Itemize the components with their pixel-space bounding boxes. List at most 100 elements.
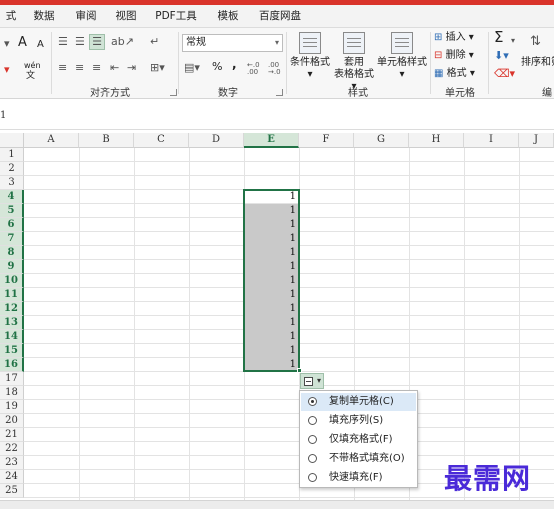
font-color-dropdown-icon[interactable]: ▾ xyxy=(4,64,10,76)
column-header-a[interactable]: A xyxy=(24,133,79,148)
tab-view[interactable]: 视图 xyxy=(106,5,146,28)
row-header[interactable]: 4 xyxy=(0,190,24,204)
table-format-label-line2: 表格格式 xyxy=(334,69,374,80)
column-header-g[interactable]: G xyxy=(354,133,409,148)
radio-icon[interactable] xyxy=(308,416,317,425)
row-header[interactable]: 3 xyxy=(0,176,24,190)
fill-icon[interactable]: ⬇▾ xyxy=(494,50,509,62)
align-center-icon[interactable]: ≡ xyxy=(75,62,84,74)
select-all-corner[interactable] xyxy=(0,133,24,148)
merge-center-icon[interactable]: ⊞▾ xyxy=(150,62,165,74)
autosum-button[interactable]: Σ xyxy=(494,30,503,45)
group-label-cells: 单元格 xyxy=(445,88,475,99)
align-right-icon[interactable]: ≡ xyxy=(92,62,101,74)
radio-icon[interactable] xyxy=(308,473,317,482)
gridline xyxy=(134,148,135,500)
conditional-format-button[interactable]: 条件格式▾ xyxy=(290,32,330,81)
column-header-f[interactable]: F xyxy=(299,133,354,148)
font-increase-button[interactable]: A xyxy=(18,36,27,49)
phonetic-char-icon[interactable]: 文 xyxy=(26,70,35,82)
radio-icon[interactable] xyxy=(308,454,317,463)
menu-item-label: 填充序列(S) xyxy=(329,415,384,426)
row-header[interactable]: 1 xyxy=(0,148,24,162)
format-button[interactable]: ▦ 格式 ▾ xyxy=(434,68,475,80)
sort-filter-label[interactable]: 排序和筛 xyxy=(521,57,554,69)
align-top-icon[interactable]: ☰ xyxy=(58,36,68,48)
menu-item-fill-without-formatting[interactable]: 不带格式填充(O) xyxy=(301,450,416,468)
menu-item-fill-formatting-only[interactable]: 仅填充格式(F) xyxy=(301,431,416,449)
row-header[interactable]: 19 xyxy=(0,400,24,414)
row-header[interactable]: 6 xyxy=(0,218,24,232)
number-launcher-icon[interactable] xyxy=(276,89,283,96)
tab-templates[interactable]: 模板 xyxy=(206,5,250,28)
delete-button[interactable]: ⊟ 删除 ▾ xyxy=(434,50,474,62)
tab-data[interactable]: 数据 xyxy=(22,5,66,28)
align-left-icon[interactable]: ≡ xyxy=(58,62,67,74)
column-header-i[interactable]: I xyxy=(464,133,519,148)
row-header[interactable]: 10 xyxy=(0,274,24,288)
orientation-icon[interactable]: ab↗ xyxy=(111,36,134,48)
row-header[interactable]: 20 xyxy=(0,414,24,428)
row-header[interactable]: 12 xyxy=(0,302,24,316)
row-header[interactable]: 16 xyxy=(0,358,24,372)
tab-review[interactable]: 审阅 xyxy=(66,5,106,28)
formula-bar[interactable] xyxy=(0,100,554,130)
menu-item-copy-cells[interactable]: 复制单元格(C) xyxy=(301,393,416,411)
number-format-select[interactable]: 常规 ▾ xyxy=(182,34,283,52)
row-header[interactable]: 9 xyxy=(0,260,24,274)
separator xyxy=(286,32,287,94)
row-header[interactable]: 2 xyxy=(0,162,24,176)
tab-baidu-netdisk[interactable]: 百度网盘 xyxy=(250,5,310,28)
column-header-b[interactable]: B xyxy=(79,133,134,148)
row-header[interactable]: 13 xyxy=(0,316,24,330)
radio-selected-icon[interactable] xyxy=(308,397,317,406)
autofill-options-button[interactable]: ▾ xyxy=(300,373,324,389)
row-header[interactable]: 7 xyxy=(0,232,24,246)
row-header[interactable]: 18 xyxy=(0,386,24,400)
row-header[interactable]: 23 xyxy=(0,456,24,470)
percent-button[interactable]: % xyxy=(212,61,222,73)
row-header[interactable]: 5 xyxy=(0,204,24,218)
increase-indent-icon[interactable]: ⇥ xyxy=(127,62,136,74)
menu-item-label: 快速填充(F) xyxy=(329,472,383,483)
currency-icon[interactable]: ▤▾ xyxy=(184,62,200,74)
sort-filter-icon[interactable]: ⇅ xyxy=(530,35,541,48)
row-header[interactable]: 11 xyxy=(0,288,24,302)
column-header-d[interactable]: D xyxy=(189,133,244,148)
row-header[interactable]: 14 xyxy=(0,330,24,344)
align-middle-icon[interactable]: ☰ xyxy=(75,36,85,48)
wrap-text-icon[interactable]: ↵ xyxy=(150,36,159,48)
alignment-launcher-icon[interactable] xyxy=(170,89,177,96)
column-header-h[interactable]: H xyxy=(409,133,464,148)
radio-icon[interactable] xyxy=(308,435,317,444)
row-header[interactable]: 8 xyxy=(0,246,24,260)
column-header-c[interactable]: C xyxy=(134,133,189,148)
row-header[interactable]: 25 xyxy=(0,484,24,498)
insert-button[interactable]: ⊞ 插入 ▾ xyxy=(434,32,474,44)
align-bottom-icon[interactable]: ☰ xyxy=(89,34,105,50)
row-header[interactable]: 21 xyxy=(0,428,24,442)
decrease-indent-icon[interactable]: ⇤ xyxy=(110,62,119,74)
comma-button[interactable]: , xyxy=(232,58,237,70)
row-header[interactable]: 15 xyxy=(0,344,24,358)
dropdown-arrow-icon[interactable]: ▾ xyxy=(4,38,10,50)
clear-icon[interactable]: ⌫▾ xyxy=(494,68,515,80)
tab-pdf-tools[interactable]: PDF工具 xyxy=(146,5,206,28)
row-header[interactable]: 17 xyxy=(0,372,24,386)
menu-item-flash-fill[interactable]: 快速填充(F) xyxy=(301,469,416,487)
number-format-value: 常规 xyxy=(186,37,206,48)
font-decrease-button[interactable]: A xyxy=(37,39,44,51)
column-header-e[interactable]: E xyxy=(244,133,299,148)
row-header[interactable]: 24 xyxy=(0,470,24,484)
increase-decimal-button[interactable]: ←.0 .00 xyxy=(247,62,265,76)
cell-style-button[interactable]: 单元格样式▾ xyxy=(377,32,427,81)
formula-bar-mark: 1 xyxy=(0,110,7,121)
row-header[interactable]: 22 xyxy=(0,442,24,456)
column-header-j[interactable]: J xyxy=(519,133,554,148)
menu-item-fill-series[interactable]: 填充序列(S) xyxy=(301,412,416,430)
decrease-decimal-button[interactable]: .00 →.0 xyxy=(268,62,286,76)
chevron-down-icon[interactable]: ▾ xyxy=(511,35,515,47)
tab-partial[interactable]: 式 xyxy=(0,5,22,28)
gridline xyxy=(24,427,554,428)
menu-item-label: 仅填充格式(F) xyxy=(329,434,393,445)
